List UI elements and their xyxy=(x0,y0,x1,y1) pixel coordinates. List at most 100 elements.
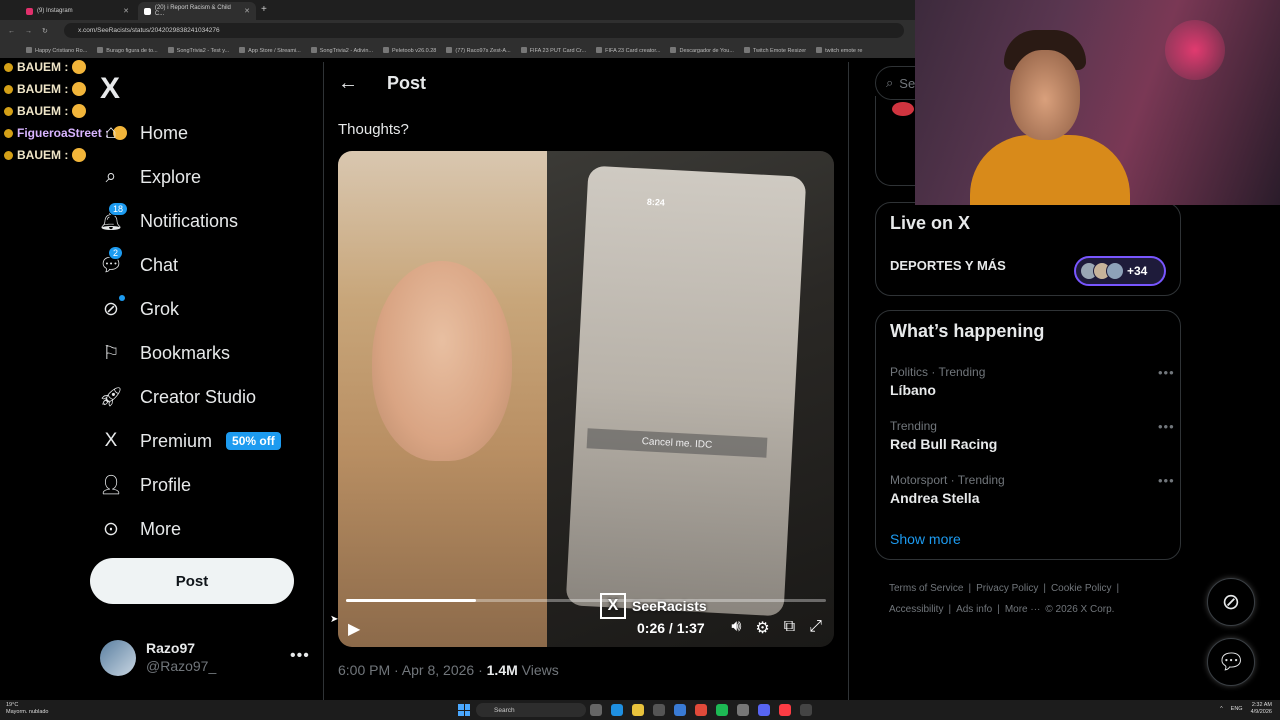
app-icon[interactable] xyxy=(800,704,812,716)
shirt-shape xyxy=(970,135,1130,205)
trend-more-icon[interactable]: ••• xyxy=(1158,473,1175,488)
footer-link[interactable]: More ··· xyxy=(1005,604,1041,615)
nav-item-premium[interactable]: X Premium 50% off xyxy=(100,421,281,461)
chat-icon: 💬︎ 2 xyxy=(98,246,124,276)
bookmark-item[interactable]: Burago figura de to... xyxy=(97,47,157,54)
video-left-panel xyxy=(338,151,547,647)
back-icon[interactable]: ← xyxy=(8,28,15,35)
nav-item-label: Grok xyxy=(140,298,180,319)
bookmark-item[interactable]: FIFA 23 PUT Card Cr... xyxy=(521,47,586,54)
app-icon[interactable] xyxy=(737,704,749,716)
taskview-icon[interactable] xyxy=(590,704,602,716)
close-icon[interactable]: ✕ xyxy=(123,7,129,15)
nav-item-more[interactable]: ⊙ More xyxy=(100,509,181,549)
weather-widget[interactable]: 19°C Mayorm. nublado xyxy=(6,702,49,716)
chat-username: BAUEM : xyxy=(17,82,69,96)
trend-more-icon[interactable]: ••• xyxy=(1158,365,1175,380)
play-icon[interactable]: ▶ xyxy=(348,619,360,639)
bookmark-item[interactable]: Happy Cristiano Ro... xyxy=(26,47,87,54)
nav-item-notifications[interactable]: 🔔︎ 18 Notifications xyxy=(99,201,238,241)
post-timestamp[interactable]: 6:00 PM · Apr 8, 2026 · xyxy=(338,662,487,678)
footer-link[interactable]: © 2026 X Corp. xyxy=(1045,604,1114,615)
bookmark-item[interactable]: Descargador de You... xyxy=(670,47,733,54)
fullscreen-icon[interactable]: ⤢ xyxy=(809,618,822,638)
chat-username: BAUEM : xyxy=(17,148,69,162)
spotify-icon[interactable] xyxy=(716,704,728,716)
view-count: 1.4M xyxy=(486,662,518,678)
bookmark-item[interactable]: Twitch Emote Resizer xyxy=(744,47,806,54)
x-icon: X xyxy=(104,430,118,451)
app-icon[interactable] xyxy=(653,704,665,716)
account-name[interactable]: Razo97 xyxy=(146,640,195,656)
music-icon[interactable] xyxy=(779,704,791,716)
x-logo[interactable]: X xyxy=(100,72,120,106)
trend-item[interactable]: Motorsport · Trending Andrea Stella ••• xyxy=(890,473,1180,506)
taskbar-search[interactable]: Search xyxy=(476,703,586,717)
lang-indicator[interactable]: ENG xyxy=(1231,706,1243,712)
nav-item-grok[interactable]: ⊘ Grok xyxy=(100,289,179,329)
settings-gear-icon[interactable]: ⚙ xyxy=(755,618,769,638)
page-title: Post xyxy=(387,73,427,93)
clock[interactable]: 2:32 AM 4/9/2026 xyxy=(1251,702,1272,716)
nav-item-home[interactable]: ⌂ Home xyxy=(100,113,188,153)
nav-item-bookmarks[interactable]: ⚐ Bookmarks xyxy=(100,333,230,373)
video-phone-image: 8:24 xyxy=(565,165,807,617)
explorer-icon[interactable] xyxy=(632,704,644,716)
footer-link[interactable]: Accessibility xyxy=(889,604,943,615)
account-more-icon[interactable]: ••• xyxy=(290,647,310,665)
bookmark-item[interactable]: twitch emote re xyxy=(816,47,862,54)
chevron-up-icon[interactable]: ^ xyxy=(1220,706,1223,712)
avatar[interactable] xyxy=(100,640,136,676)
account-handle[interactable]: @Razo97_ xyxy=(146,658,216,674)
trend-category: Politics · Trending xyxy=(890,365,986,379)
footer-link[interactable]: Terms of Service xyxy=(889,583,963,594)
grok-icon[interactable]: ⊘ xyxy=(1207,578,1255,626)
url-field[interactable]: x.com/SeeRacists/status/2042029838241034… xyxy=(64,23,904,38)
volume-icon[interactable]: 🔊︎ xyxy=(731,618,741,638)
trend-item[interactable]: Politics · Trending Líbano ••• xyxy=(890,365,1180,398)
store-icon[interactable] xyxy=(674,704,686,716)
bookmark-item[interactable]: App Store / Streami... xyxy=(239,47,301,54)
bookmark-item[interactable]: Peletoob v26.0.28 xyxy=(383,47,436,54)
nav-item-chat[interactable]: 💬︎ 2 Chat xyxy=(98,245,178,285)
nav-item-explore[interactable]: ⌕ Explore xyxy=(100,157,201,197)
tab-post[interactable]: (20) i Report Racism & Child C... ✕ xyxy=(138,2,256,20)
trend-more-icon[interactable]: ••• xyxy=(1158,419,1175,434)
footer-link[interactable]: Privacy Policy xyxy=(976,583,1038,594)
live-extra-count: +34 xyxy=(1127,264,1148,278)
footer-links: Terms of Service | Privacy Policy | Cookie P… xyxy=(889,578,1179,620)
live-avatars-pill[interactable]: +34 xyxy=(1074,256,1166,286)
bookmark-item[interactable]: SongTrivia2 - Test y... xyxy=(168,47,229,54)
happening-title: What’s happening xyxy=(890,321,1045,341)
messages-icon[interactable]: 💬︎ xyxy=(1207,638,1255,686)
close-icon[interactable]: ✕ xyxy=(244,7,250,15)
post-button[interactable]: Post xyxy=(90,558,294,604)
bookmark-item[interactable]: SongTrivia2 - Adivin... xyxy=(311,47,373,54)
nav-item-creator-studio[interactable]: 🚀︎ Creator Studio xyxy=(99,377,256,417)
edge-icon[interactable] xyxy=(611,704,623,716)
show-more-link[interactable]: Show more xyxy=(890,531,961,547)
reload-icon[interactable]: ↻ xyxy=(42,27,48,35)
live-item-label[interactable]: DEPORTES Y MÁS xyxy=(890,258,1006,273)
back-arrow-icon[interactable]: ← xyxy=(338,72,358,95)
video-progress-bar[interactable] xyxy=(346,599,826,602)
trend-item[interactable]: Trending Red Bull Racing ••• xyxy=(890,419,1180,452)
new-tab-button[interactable]: + xyxy=(261,4,267,15)
avatar xyxy=(1106,262,1124,280)
bookmark-icon: ⚐ xyxy=(102,342,120,364)
chrome-icon[interactable] xyxy=(695,704,707,716)
footer-link[interactable]: Cookie Policy xyxy=(1051,583,1112,594)
nav-item-profile[interactable]: 👤︎ Profile xyxy=(98,465,191,505)
windows-start-icon[interactable] xyxy=(458,704,470,716)
discord-icon[interactable] xyxy=(758,704,770,716)
chat-emote-icon xyxy=(72,82,87,96)
video-player[interactable]: 8:24 Cancel me. IDC X SeeRacists ▶ 0:26 … xyxy=(338,151,834,647)
footer-link[interactable]: Ads info xyxy=(956,604,992,615)
tab-instagram[interactable]: (9) Instagram ✕ xyxy=(20,2,135,20)
picture-in-picture-icon[interactable]: ⧉ xyxy=(784,618,795,638)
whats-happening-card: What’s happening Politics · Trending Líba… xyxy=(875,310,1181,560)
person-icon: 👤︎ xyxy=(98,475,124,496)
forward-icon[interactable]: → xyxy=(25,28,32,35)
bookmark-item[interactable]: FIFA 23 Card creator... xyxy=(596,47,660,54)
bookmark-item[interactable]: (77) Raco97s Zest-A... xyxy=(446,47,510,54)
